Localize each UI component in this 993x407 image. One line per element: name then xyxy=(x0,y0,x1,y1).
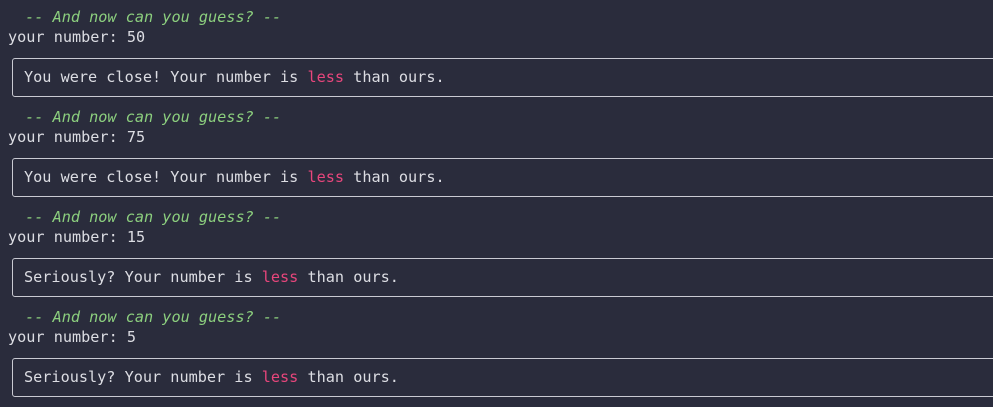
feedback-text-end: than ours. xyxy=(344,168,445,186)
number-input-line: your number: 5 xyxy=(8,327,136,347)
guess-round: -- And now can you guess? -- your number… xyxy=(0,0,993,100)
feedback-text-end: than ours. xyxy=(344,68,445,86)
guess-prompt: -- And now can you guess? -- xyxy=(16,208,282,226)
number-input-line: your number: 15 xyxy=(8,227,145,247)
feedback-text-start: You were close! Your number is xyxy=(24,68,308,86)
feedback-text-end: than ours. xyxy=(298,368,399,386)
feedback-message: You were close! Your number is less than… xyxy=(24,67,445,87)
number-input-label: your number: xyxy=(8,328,127,346)
feedback-text-start: You were close! Your number is xyxy=(24,168,308,186)
feedback-message: Seriously? Your number is less than ours… xyxy=(24,267,399,287)
number-input-label: your number: xyxy=(8,28,127,46)
terminal-output: -- And now can you guess? -- your number… xyxy=(0,0,993,400)
feedback-comparison-word: less xyxy=(307,68,345,86)
feedback-box: Seriously? Your number is less than ours… xyxy=(12,258,993,297)
feedback-comparison-word: less xyxy=(261,268,299,286)
feedback-text-start: Seriously? Your number is xyxy=(24,368,262,386)
guess-round: -- And now can you guess? -- your number… xyxy=(0,100,993,200)
guess-prompt: -- And now can you guess? -- xyxy=(16,108,282,126)
feedback-message: Seriously? Your number is less than ours… xyxy=(24,367,399,387)
number-input-line: your number: 75 xyxy=(8,127,145,147)
feedback-comparison-word: less xyxy=(307,168,345,186)
guess-prompt: -- And now can you guess? -- xyxy=(16,308,282,326)
feedback-text-start: Seriously? Your number is xyxy=(24,268,262,286)
number-input-label: your number: xyxy=(8,128,127,146)
feedback-message: You were close! Your number is less than… xyxy=(24,167,445,187)
guess-round: -- And now can you guess? -- your number… xyxy=(0,200,993,300)
feedback-box: You were close! Your number is less than… xyxy=(12,158,993,197)
feedback-box: Seriously? Your number is less than ours… xyxy=(12,358,993,397)
number-input-value[interactable]: 75 xyxy=(127,128,145,146)
number-input-line: your number: 50 xyxy=(8,27,145,47)
number-input-label: your number: xyxy=(8,228,127,246)
feedback-text-end: than ours. xyxy=(298,268,399,286)
feedback-box: You were close! Your number is less than… xyxy=(12,58,993,97)
number-input-value[interactable]: 15 xyxy=(127,228,145,246)
number-input-value[interactable]: 5 xyxy=(127,328,136,346)
guess-round: -- And now can you guess? -- your number… xyxy=(0,300,993,400)
guess-prompt: -- And now can you guess? -- xyxy=(16,8,282,26)
number-input-value[interactable]: 50 xyxy=(127,28,145,46)
feedback-comparison-word: less xyxy=(261,368,299,386)
